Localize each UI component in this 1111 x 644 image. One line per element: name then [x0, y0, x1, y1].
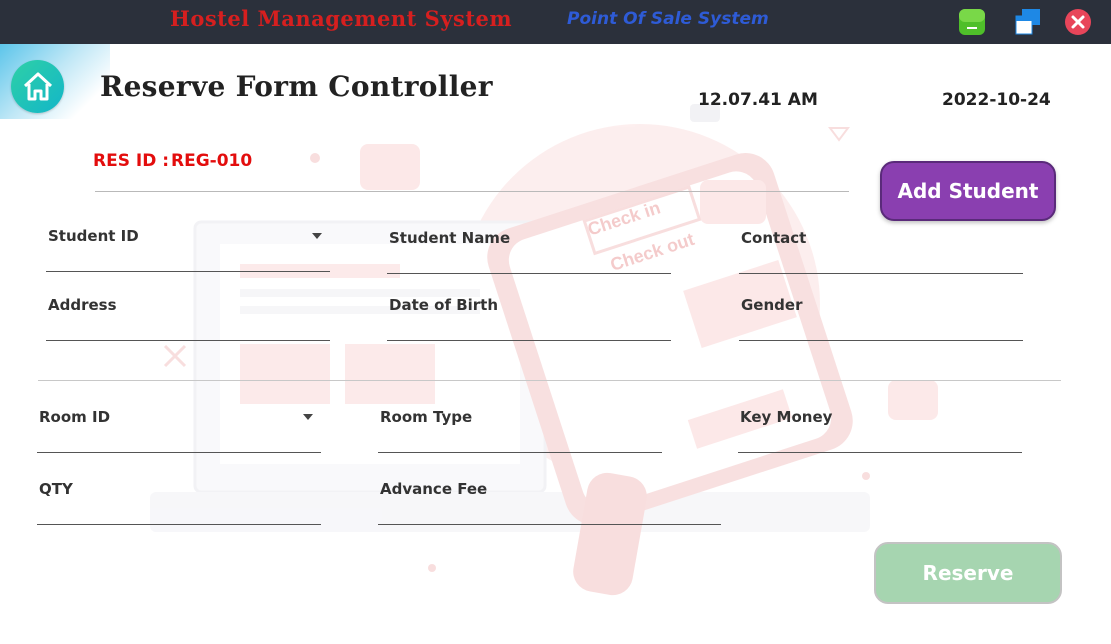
date-of-birth-label: Date of Birth — [389, 296, 499, 314]
home-button[interactable] — [11, 60, 64, 113]
clock-time: 12.07.41 AM — [698, 90, 818, 110]
room-id-combobox[interactable]: Room ID — [37, 408, 321, 453]
key-money-field[interactable]: Key Money — [738, 408, 1022, 453]
underline — [739, 273, 1023, 274]
room-type-field[interactable]: Room Type — [378, 408, 662, 453]
minimize-button[interactable] — [958, 8, 986, 36]
advance-fee-label: Advance Fee — [380, 480, 488, 498]
underline — [37, 524, 321, 525]
underline — [46, 340, 330, 341]
student-name-field[interactable]: Student Name — [387, 229, 671, 274]
res-id-value: REG-010 — [171, 151, 253, 171]
res-id-label: RES ID : — [93, 151, 170, 171]
underline — [739, 340, 1023, 341]
student-id-combobox[interactable]: Student ID — [46, 227, 330, 272]
qty-label: QTY — [39, 480, 73, 498]
underline — [378, 524, 721, 525]
key-money-label: Key Money — [740, 408, 833, 426]
chevron-down-icon[interactable] — [312, 233, 322, 239]
current-date: 2022-10-24 — [942, 90, 1051, 110]
close-icon — [1065, 9, 1091, 35]
divider-top — [95, 191, 849, 192]
contact-label: Contact — [741, 229, 807, 247]
qty-field[interactable]: QTY — [37, 480, 321, 525]
room-type-label: Room Type — [380, 408, 473, 426]
section-divider — [38, 380, 1061, 381]
student-id-label: Student ID — [48, 227, 139, 245]
gender-label: Gender — [741, 296, 803, 314]
student-name-label: Student Name — [389, 229, 511, 247]
add-student-button[interactable]: Add Student — [880, 161, 1056, 221]
reserve-button[interactable]: Reserve — [874, 542, 1062, 604]
maximize-icon — [1015, 9, 1040, 35]
chevron-down-icon[interactable] — [303, 414, 313, 420]
address-field[interactable]: Address — [46, 296, 330, 341]
underline — [46, 271, 330, 272]
underline — [387, 273, 671, 274]
title-bar: Hostel Management System Point Of Sale S… — [0, 0, 1111, 44]
app-subtitle: Point Of Sale System — [567, 9, 769, 29]
app-title: Hostel Management System — [170, 6, 513, 31]
underline — [378, 452, 662, 453]
date-of-birth-field[interactable]: Date of Birth — [387, 296, 671, 341]
room-id-label: Room ID — [39, 408, 111, 426]
minimize-icon — [959, 9, 985, 35]
underline — [37, 452, 321, 453]
close-button[interactable] — [1064, 8, 1092, 36]
maximize-button[interactable] — [1014, 8, 1042, 36]
contact-field[interactable]: Contact — [739, 229, 1023, 274]
home-icon — [23, 72, 53, 101]
advance-fee-field[interactable]: Advance Fee — [378, 480, 721, 525]
underline — [738, 452, 1022, 453]
underline — [387, 340, 671, 341]
page-title: Reserve Form Controller — [100, 70, 493, 103]
gender-field[interactable]: Gender — [739, 296, 1023, 341]
address-label: Address — [48, 296, 117, 314]
